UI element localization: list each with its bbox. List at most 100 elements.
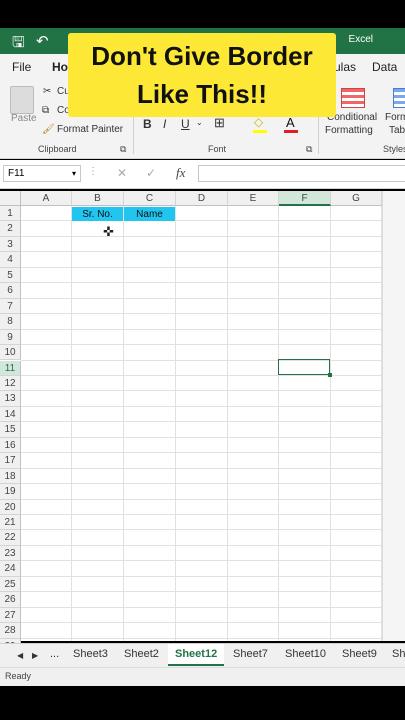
sheet-tab-sheet2[interactable]: Sheet2 (124, 648, 159, 660)
row-header-24[interactable]: 24 (0, 561, 21, 577)
grid-row-line (21, 282, 382, 284)
row-header-8[interactable]: 8 (0, 314, 21, 330)
sheet-tab-sheet7[interactable]: Sheet7 (233, 648, 268, 660)
row-header-21[interactable]: 21 (0, 515, 21, 531)
paste-icon[interactable] (10, 86, 34, 114)
format-painter-icon[interactable]: 🖌 (42, 124, 55, 135)
sheet-tab-more[interactable]: Sh (392, 648, 405, 660)
scroll-right-icon[interactable]: ▶ (32, 651, 38, 660)
column-header-b[interactable]: B (72, 191, 124, 206)
row-header-20[interactable]: 20 (0, 499, 21, 515)
grid-column-line (175, 206, 176, 641)
row-header-6[interactable]: 6 (0, 283, 21, 299)
grid-row-line (21, 297, 382, 299)
row-header-9[interactable]: 9 (0, 329, 21, 346)
caption-banner: Don't Give Border Like This!! (68, 33, 336, 117)
row-header-5[interactable]: 5 (0, 267, 21, 284)
cut-icon[interactable]: ✂ (43, 86, 51, 97)
name-box[interactable]: F11 ▾ (3, 165, 81, 182)
column-header-d[interactable]: D (176, 191, 228, 206)
column-header-c[interactable]: C (124, 191, 176, 206)
grid-row-line (21, 405, 382, 407)
row-header-25[interactable]: 25 (0, 576, 21, 593)
row-header-7[interactable]: 7 (0, 298, 21, 315)
row-header-11[interactable]: 11 (0, 360, 21, 376)
conditional-formatting-icon[interactable] (341, 88, 365, 108)
active-cell-f11[interactable] (278, 359, 330, 375)
insert-function-button[interactable]: fx (176, 165, 185, 181)
tab-home[interactable]: Ho (52, 60, 68, 74)
worksheet-grid[interactable]: ABCDEFG 1 2 3 4 5 6 7 8 9 10 11 12 13 14 15 16 17 18 19 20 2… (0, 191, 405, 655)
format-as-table-label-1[interactable]: Form (385, 112, 405, 123)
column-header-g[interactable]: G (331, 191, 382, 206)
row-header-28[interactable]: 28 (0, 623, 21, 639)
row-header-16[interactable]: 16 (0, 437, 21, 454)
sheet-tab-sheet10[interactable]: Sheet10 (285, 648, 326, 660)
font-launcher-icon[interactable]: ⧉ (306, 144, 312, 155)
grid-row-line (21, 529, 382, 531)
enter-icon[interactable]: ✓ (146, 166, 156, 180)
row-header-19[interactable]: 19 (0, 484, 21, 500)
row-header-15[interactable]: 15 (0, 422, 21, 438)
tab-file[interactable]: File (12, 60, 31, 74)
undo-icon[interactable]: ↶ (36, 32, 49, 50)
row-header-18[interactable]: 18 (0, 468, 21, 485)
sheet-tab-sheet12[interactable]: Sheet12 (175, 648, 217, 660)
cell-b1[interactable]: Sr. No. (72, 207, 123, 221)
formula-input[interactable] (198, 165, 405, 182)
name-box-dropdown-icon[interactable]: ▾ (72, 166, 76, 181)
row-header-22[interactable]: 22 (0, 530, 21, 546)
status-text: Ready (5, 671, 32, 681)
grid-row-line (21, 344, 382, 346)
column-header-a[interactable]: A (21, 191, 72, 206)
row-header-2[interactable]: 2 (0, 221, 21, 237)
grid-column-line (227, 206, 228, 641)
column-header-e[interactable]: E (228, 191, 279, 206)
format-painter-button[interactable]: Format Painter (57, 124, 123, 135)
tab-formulas[interactable]: ulas (334, 60, 356, 74)
borders-icon[interactable]: ⊞ (214, 115, 225, 131)
banner-line-2: Like This!! (136, 79, 267, 109)
row-header-3[interactable]: 3 (0, 236, 21, 253)
fill-handle[interactable] (328, 373, 332, 377)
formula-bar: F11 ▾ ⋮ ✕ ✓ fx (0, 160, 405, 189)
sheet-tab-sheet9[interactable]: Sheet9 (342, 648, 377, 660)
row-header-4[interactable]: 4 (0, 252, 21, 268)
grid-row-line (21, 421, 382, 423)
underline-dropdown-icon[interactable]: ⌄ (196, 118, 203, 127)
row-header-17[interactable]: 17 (0, 453, 21, 469)
italic-button[interactable]: I (163, 117, 166, 131)
row-header-12[interactable]: 12 (0, 375, 21, 392)
bold-button[interactable]: B (143, 117, 152, 131)
cell-c1[interactable]: Name (124, 207, 175, 221)
cancel-icon[interactable]: ✕ (117, 166, 127, 180)
tab-data[interactable]: Data (372, 60, 397, 74)
row-header-27[interactable]: 27 (0, 607, 21, 624)
sheet-overflow-button[interactable]: ... (50, 648, 59, 660)
format-as-table-label-2[interactable]: Tab (389, 125, 405, 136)
sheet-tab-sheet3[interactable]: Sheet3 (73, 648, 108, 660)
formula-bar-options-icon[interactable]: ⋮ (88, 166, 98, 177)
select-all-corner[interactable] (0, 191, 21, 206)
paste-button[interactable]: Paste (11, 113, 37, 124)
font-color-icon[interactable]: A (286, 115, 295, 130)
row-header-13[interactable]: 13 (0, 391, 21, 407)
format-as-table-icon[interactable] (393, 88, 405, 108)
grid-row-line (21, 251, 382, 253)
underline-button[interactable]: U (181, 117, 190, 131)
vertical-scrollbar[interactable] (382, 191, 405, 641)
row-header-14[interactable]: 14 (0, 406, 21, 423)
grid-row-line (21, 575, 382, 577)
row-header-1[interactable]: 1 (0, 206, 21, 222)
scroll-left-icon[interactable]: ◀ (17, 651, 23, 660)
conditional-formatting-label-2[interactable]: Formatting (325, 125, 373, 136)
grid-row-line (21, 452, 382, 454)
column-header-f[interactable]: F (279, 191, 331, 206)
fill-color-icon[interactable]: ◇ (254, 115, 263, 129)
row-header-23[interactable]: 23 (0, 545, 21, 562)
clipboard-launcher-icon[interactable]: ⧉ (120, 144, 126, 155)
row-header-10[interactable]: 10 (0, 345, 21, 361)
grid-row-line (21, 637, 382, 639)
row-header-26[interactable]: 26 (0, 592, 21, 608)
copy-icon[interactable]: ⧉ (42, 105, 49, 116)
